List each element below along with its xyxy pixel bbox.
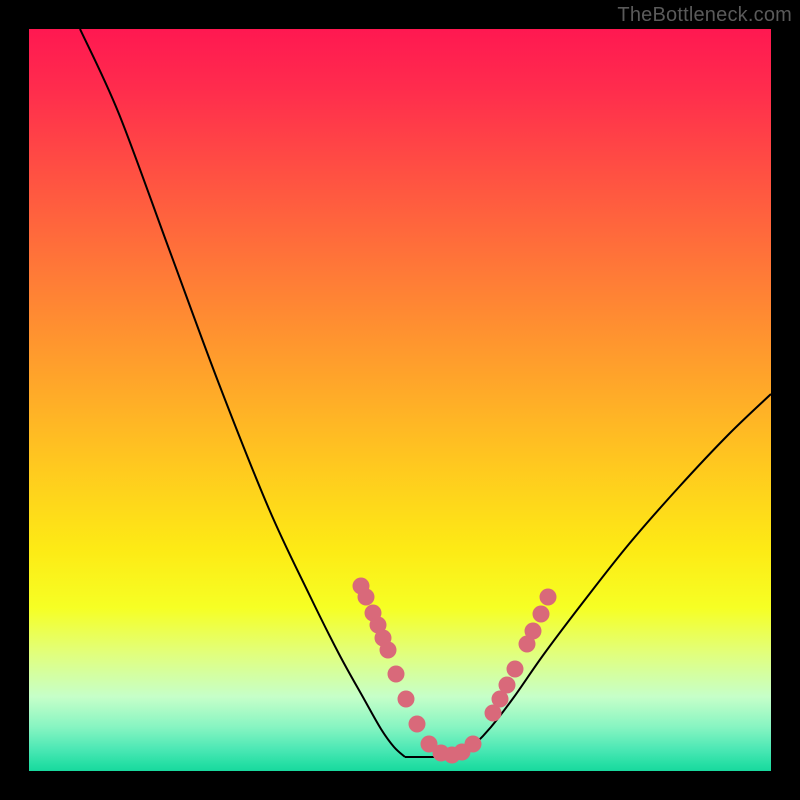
watermark-text: TheBottleneck.com xyxy=(617,4,792,27)
plot-area xyxy=(29,29,771,771)
gradient-background xyxy=(29,29,771,771)
chart-frame: TheBottleneck.com xyxy=(0,0,800,800)
